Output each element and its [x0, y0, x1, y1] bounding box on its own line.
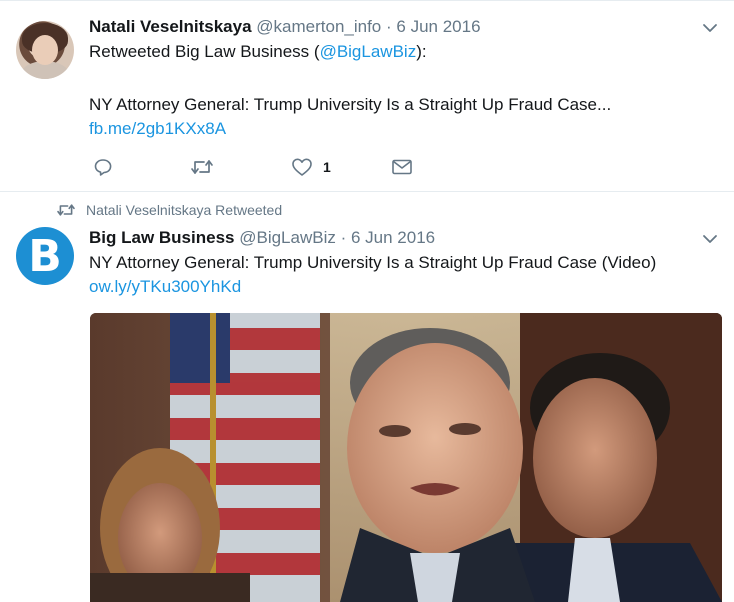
like-button[interactable]: 1	[291, 155, 331, 179]
like-count: 1	[323, 159, 331, 175]
retweeted-prefix: Retweeted Big Law Business (	[89, 42, 320, 61]
mention-link[interactable]: @BigLawBiz	[320, 42, 417, 61]
chevron-down-icon[interactable]	[702, 20, 718, 36]
tweet-text-line-2: NY Attorney General: Trump University Is…	[89, 95, 612, 114]
retweet-icon	[191, 160, 213, 174]
press-conference-photo	[90, 313, 722, 602]
avatar-letter: B	[28, 231, 62, 282]
retweet-button[interactable]	[190, 155, 214, 179]
tweet-1[interactable]: Natali Veselnitskaya @kamerton_info · 6 …	[0, 0, 734, 192]
direct-message-icon	[392, 159, 412, 175]
tweet-text: NY Attorney General: Trump University Is…	[89, 253, 657, 272]
tweet-date[interactable]: 6 Jun 2016	[351, 228, 435, 247]
display-name[interactable]: Big Law Business	[89, 228, 234, 247]
user-avatar[interactable]: B	[16, 227, 74, 285]
retweet-context: Natali Veselnitskaya Retweeted	[56, 202, 282, 218]
reply-icon	[94, 159, 112, 176]
separator-dot: ·	[386, 17, 392, 36]
retweeted-suffix: ):	[416, 42, 427, 61]
retweet-context-text[interactable]: Natali Veselnitskaya Retweeted	[86, 202, 282, 218]
avatar-face	[32, 35, 58, 65]
like-icon	[292, 158, 312, 176]
tweet-link[interactable]: fb.me/2gb1KXx8A	[89, 118, 226, 140]
user-avatar[interactable]	[16, 21, 74, 79]
tweet-media-photo[interactable]	[90, 313, 722, 602]
tweet-text-line-1: Retweeted Big Law Business (@BigLawBiz):	[89, 41, 427, 63]
tweet-header: Natali Veselnitskaya @kamerton_info · 6 …	[89, 16, 481, 38]
tweet-header: Big Law Business @BigLawBiz · 6 Jun 2016	[89, 227, 435, 249]
user-handle[interactable]: @BigLawBiz	[239, 228, 336, 247]
reply-button[interactable]	[93, 155, 113, 179]
tweet-2[interactable]: Natali Veselnitskaya Retweeted B Big Law…	[0, 191, 734, 602]
separator-dot: ·	[340, 228, 347, 247]
tweet-date[interactable]: 6 Jun 2016	[396, 17, 480, 36]
retweet-icon	[57, 204, 75, 216]
display-name[interactable]: Natali Veselnitskaya	[89, 17, 252, 36]
direct-message-button[interactable]	[391, 155, 413, 179]
tweet-link[interactable]: ow.ly/yTKu300YhKd	[89, 276, 241, 298]
chevron-down-icon[interactable]	[702, 231, 718, 247]
user-handle[interactable]: @kamerton_info	[256, 17, 381, 36]
tweet-actions: 1	[89, 155, 429, 179]
